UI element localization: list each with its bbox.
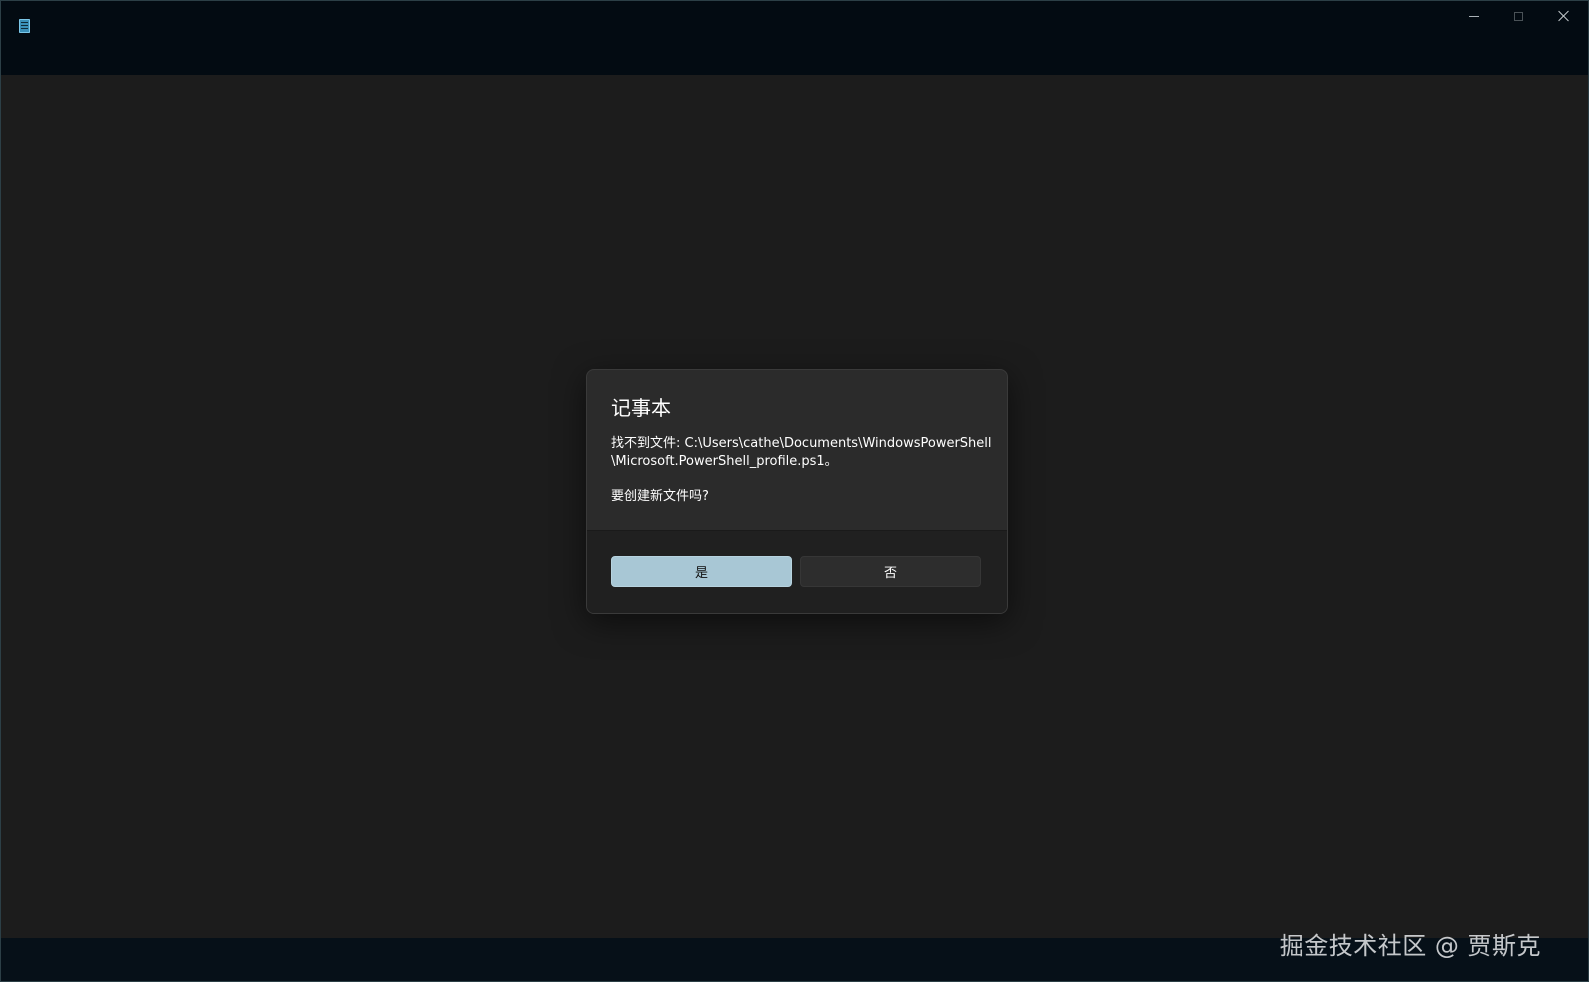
yes-button[interactable]: 是 [611,556,792,587]
maximize-button[interactable] [1496,1,1541,31]
minimize-icon [1468,15,1479,17]
watermark: 掘金技术社区 @ 贾斯克 [1279,932,1541,960]
dialog-message: 找不到文件: C:\Users\cathe\Documents\WindowsP… [611,435,992,471]
close-icon [1558,10,1570,22]
dialog-question: 要创建新文件吗? [611,489,709,504]
close-button[interactable] [1541,1,1586,31]
maximize-icon [1514,11,1523,21]
no-button[interactable]: 否 [800,556,981,587]
notepad-window: 记事本 找不到文件: C:\Users\cathe\Documents\Wind… [0,0,1589,982]
dialog-title: 记事本 [611,396,671,420]
minimize-button[interactable] [1451,1,1496,31]
title-bar[interactable] [1,1,1588,75]
dialog-message-line: \Microsoft.PowerShell_profile.ps1。 [611,454,838,469]
create-file-dialog: 记事本 找不到文件: C:\Users\cathe\Documents\Wind… [586,369,1008,614]
dialog-message-line: 找不到文件: C:\Users\cathe\Documents\WindowsP… [611,436,992,451]
notepad-icon [19,19,30,33]
dialog-footer: 是 否 [587,530,1007,613]
